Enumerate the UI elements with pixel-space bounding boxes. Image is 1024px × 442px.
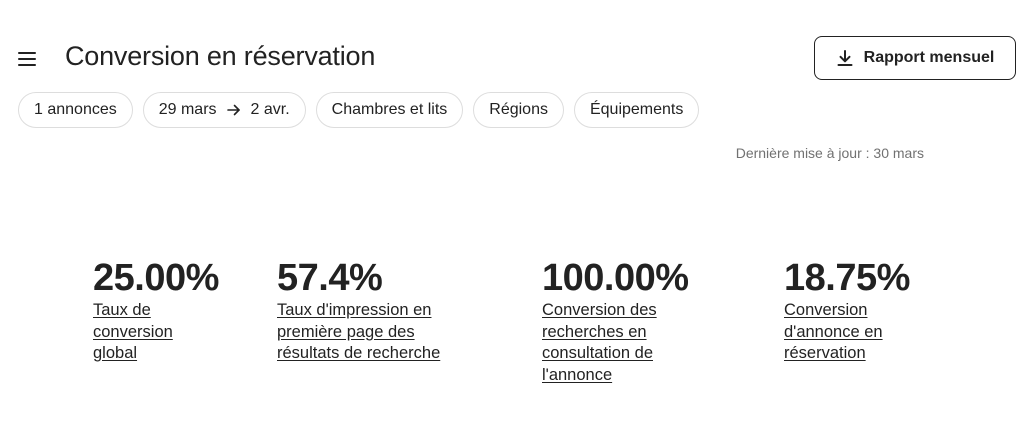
metric-value: 18.75% — [784, 257, 910, 299]
filter-amenities[interactable]: Équipements — [573, 92, 700, 128]
page-title: Conversion en réservation — [65, 41, 376, 71]
filter-regions[interactable]: Régions — [473, 92, 564, 128]
metric-value: 100.00% — [542, 257, 689, 299]
filter-listings-label: 1 annonces — [34, 101, 117, 118]
metric-search-to-view: 100.00% Conversion des recherches en con… — [542, 258, 689, 386]
filter-regions-label: Régions — [489, 101, 548, 118]
filter-bar: 1 annonces 29 mars 2 avr. Chambres et li… — [18, 92, 700, 128]
filter-date-end: 2 avr. — [250, 101, 290, 118]
metric-global-conversion: 25.00% Taux de conversion global — [93, 258, 219, 365]
filter-date-start: 29 mars — [158, 101, 217, 118]
filter-dates[interactable]: 29 mars 2 avr. — [142, 92, 306, 128]
filter-rooms-beds[interactable]: Chambres et lits — [315, 92, 464, 128]
filter-amenities-label: Équipements — [589, 101, 684, 118]
arrow-right-icon — [226, 104, 240, 116]
monthly-report-button-label: Rapport mensuel — [863, 49, 995, 66]
metric-label-link[interactable]: Conversion d'annonce en réservation — [784, 300, 904, 365]
last-update-text: Dernière mise à jour : 30 mars — [735, 145, 924, 161]
menu-icon[interactable] — [18, 52, 36, 66]
metric-value: 25.00% — [93, 257, 219, 299]
metric-label-link[interactable]: Taux d'impression en première page des r… — [277, 300, 457, 365]
metric-value: 57.4% — [277, 257, 383, 299]
metric-label-link[interactable]: Taux de conversion global — [93, 300, 213, 365]
monthly-report-button[interactable]: Rapport mensuel — [814, 36, 1016, 80]
filter-rooms-beds-label: Chambres et lits — [331, 101, 448, 118]
download-icon — [837, 50, 853, 66]
metric-label-link[interactable]: Conversion des recherches en consultatio… — [542, 300, 672, 386]
metric-listing-to-booking: 18.75% Conversion d'annonce en réservati… — [784, 258, 910, 365]
page: Conversion en réservation Rapport mensue… — [0, 0, 1024, 442]
filter-listings[interactable]: 1 annonces — [18, 92, 133, 128]
metric-first-page-impression: 57.4% Taux d'impression en première page… — [277, 258, 457, 365]
